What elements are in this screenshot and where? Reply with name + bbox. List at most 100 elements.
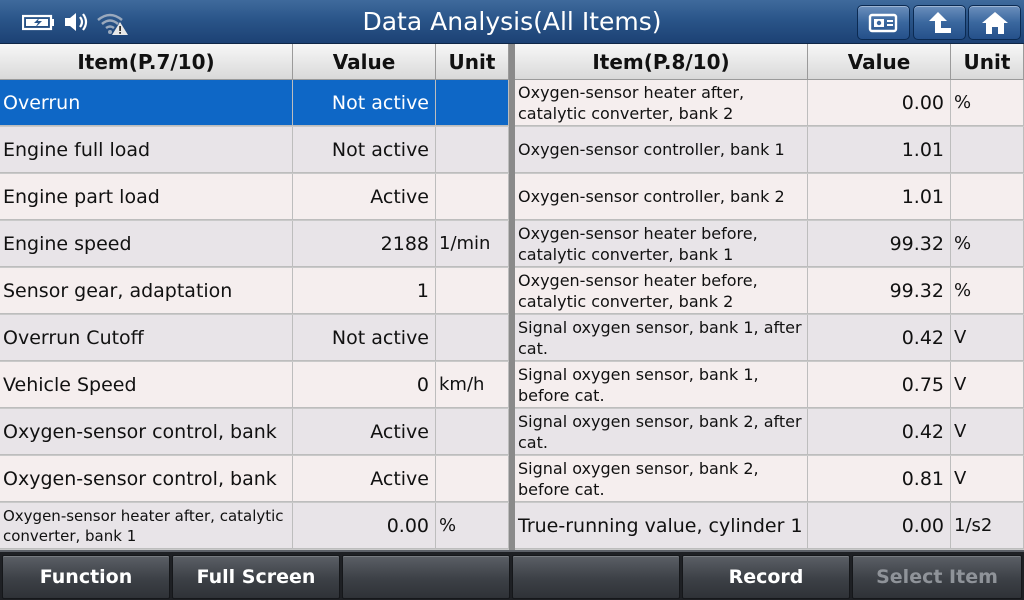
- table-row[interactable]: Signal oxygen sensor, bank 2, before cat…: [515, 456, 1024, 503]
- row-item: Sensor gear, adaptation: [0, 268, 293, 314]
- empty-button-4: [512, 555, 680, 599]
- table-row[interactable]: True-running value, cylinder 1 0.00 1/s2: [515, 503, 1024, 550]
- screenshot-icon: [868, 13, 897, 32]
- table-row[interactable]: Oxygen-sensor control, bank 2 Active: [0, 456, 509, 503]
- row-value: 0.42: [808, 315, 951, 361]
- column-header-value: Value: [808, 44, 951, 80]
- row-value: 99.32: [808, 268, 951, 314]
- column-header-unit: Unit: [951, 44, 1024, 80]
- table-row[interactable]: Engine part load Active: [0, 174, 509, 221]
- table-row[interactable]: Oxygen-sensor heater before, catalytic c…: [515, 221, 1024, 268]
- row-value: 0.42: [808, 409, 951, 455]
- title-bar: Data Analysis(All Items): [0, 0, 1024, 44]
- row-unit: [951, 174, 1024, 220]
- table-row[interactable]: Oxygen-sensor control, bank 1 Active: [0, 409, 509, 456]
- table-row[interactable]: Engine speed 2188 1/min: [0, 221, 509, 268]
- column-header-item: Item(P.8/10): [515, 44, 808, 80]
- row-item: Signal oxygen sensor, bank 2, after cat.: [515, 409, 808, 455]
- row-value: Not active: [293, 315, 436, 361]
- row-item: Oxygen-sensor controller, bank 1: [515, 127, 808, 173]
- table-row[interactable]: Overrun Cutoff Not active: [0, 315, 509, 362]
- row-unit: 1/min: [436, 221, 509, 267]
- row-item: Oxygen-sensor control, bank 1: [0, 409, 293, 455]
- row-value: 0.00: [808, 503, 951, 549]
- column-header-unit: Unit: [436, 44, 509, 80]
- table-row[interactable]: Vehicle Speed 0 km/h: [0, 362, 509, 409]
- row-value: Not active: [293, 127, 436, 173]
- column-header-value: Value: [293, 44, 436, 80]
- row-value: 1: [293, 268, 436, 314]
- row-unit: %: [951, 80, 1024, 126]
- table-row[interactable]: Signal oxygen sensor, bank 1, after cat.…: [515, 315, 1024, 362]
- table-row[interactable]: Signal oxygen sensor, bank 1, before cat…: [515, 362, 1024, 409]
- table-row[interactable]: Oxygen-sensor heater after, catalytic co…: [0, 503, 509, 550]
- row-value: 1.01: [808, 127, 951, 173]
- row-unit: [436, 174, 509, 220]
- row-item: Engine part load: [0, 174, 293, 220]
- row-value: 2188: [293, 221, 436, 267]
- table-row[interactable]: Oxygen-sensor controller, bank 2 1.01: [515, 174, 1024, 221]
- row-unit: %: [436, 503, 509, 549]
- row-item: Engine speed: [0, 221, 293, 267]
- row-item: Oxygen-sensor heater before, catalytic c…: [515, 268, 808, 314]
- table-row[interactable]: Signal oxygen sensor, bank 2, after cat.…: [515, 409, 1024, 456]
- row-item: Engine full load: [0, 127, 293, 173]
- row-item: Signal oxygen sensor, bank 1, after cat.: [515, 315, 808, 361]
- row-unit: V: [951, 315, 1024, 361]
- row-value: Active: [293, 174, 436, 220]
- row-unit: [436, 315, 509, 361]
- row-unit: V: [951, 409, 1024, 455]
- table-row[interactable]: Oxygen-sensor controller, bank 1 1.01: [515, 127, 1024, 174]
- screenshot-button[interactable]: [857, 5, 910, 40]
- row-item: Signal oxygen sensor, bank 2, before cat…: [515, 456, 808, 502]
- row-value: 99.32: [808, 221, 951, 267]
- row-value: 1.01: [808, 174, 951, 220]
- row-item: Oxygen-sensor heater after, catalytic co…: [515, 80, 808, 126]
- row-value: 0.00: [808, 80, 951, 126]
- row-item: Oxygen-sensor control, bank 2: [0, 456, 293, 502]
- row-item: Signal oxygen sensor, bank 1, before cat…: [515, 362, 808, 408]
- column-header-item: Item(P.7/10): [0, 44, 293, 80]
- row-value: Active: [293, 456, 436, 502]
- back-button[interactable]: [913, 5, 966, 40]
- row-unit: km/h: [436, 362, 509, 408]
- row-value: 0.00: [293, 503, 436, 549]
- table-row[interactable]: Oxygen-sensor heater after, catalytic co…: [515, 80, 1024, 127]
- row-unit: [436, 80, 509, 126]
- row-unit: [951, 127, 1024, 173]
- row-item: True-running value, cylinder 1: [515, 503, 808, 549]
- row-unit: %: [951, 221, 1024, 267]
- row-unit: [436, 268, 509, 314]
- row-value: 0.75: [808, 362, 951, 408]
- row-unit: V: [951, 456, 1024, 502]
- row-item: Oxygen-sensor controller, bank 2: [515, 174, 808, 220]
- row-unit: V: [951, 362, 1024, 408]
- row-unit: [436, 127, 509, 173]
- home-icon: [981, 11, 1008, 34]
- row-value: 0.81: [808, 456, 951, 502]
- row-value: Active: [293, 409, 436, 455]
- table-row[interactable]: Sensor gear, adaptation 1: [0, 268, 509, 315]
- row-unit: %: [951, 268, 1024, 314]
- table-row[interactable]: Engine full load Not active: [0, 127, 509, 174]
- row-value: Not active: [293, 80, 436, 126]
- record-button[interactable]: Record: [682, 555, 850, 599]
- row-item: Oxygen-sensor heater before, catalytic c…: [515, 221, 808, 267]
- row-item: Overrun Cutoff: [0, 315, 293, 361]
- row-item: Vehicle Speed: [0, 362, 293, 408]
- table-row[interactable]: Oxygen-sensor heater before, catalytic c…: [515, 268, 1024, 315]
- left-data-table: Item(P.7/10) Value Unit Overrun Not acti…: [0, 44, 509, 550]
- row-item: Oxygen-sensor heater after, catalytic co…: [0, 503, 293, 549]
- function-button[interactable]: Function: [2, 555, 170, 599]
- row-unit: 1/s2: [951, 503, 1024, 549]
- row-unit: [436, 409, 509, 455]
- bottom-toolbar: Function Full Screen Record Select Item: [0, 550, 1024, 600]
- home-button[interactable]: [968, 5, 1021, 40]
- select-item-button[interactable]: Select Item: [852, 555, 1022, 599]
- full-screen-button[interactable]: Full Screen: [172, 555, 340, 599]
- empty-button-3: [342, 555, 510, 599]
- table-row[interactable]: Overrun Not active: [0, 80, 509, 127]
- back-arrow-icon: [928, 11, 951, 33]
- row-unit: [436, 456, 509, 502]
- row-item: Overrun: [0, 80, 293, 126]
